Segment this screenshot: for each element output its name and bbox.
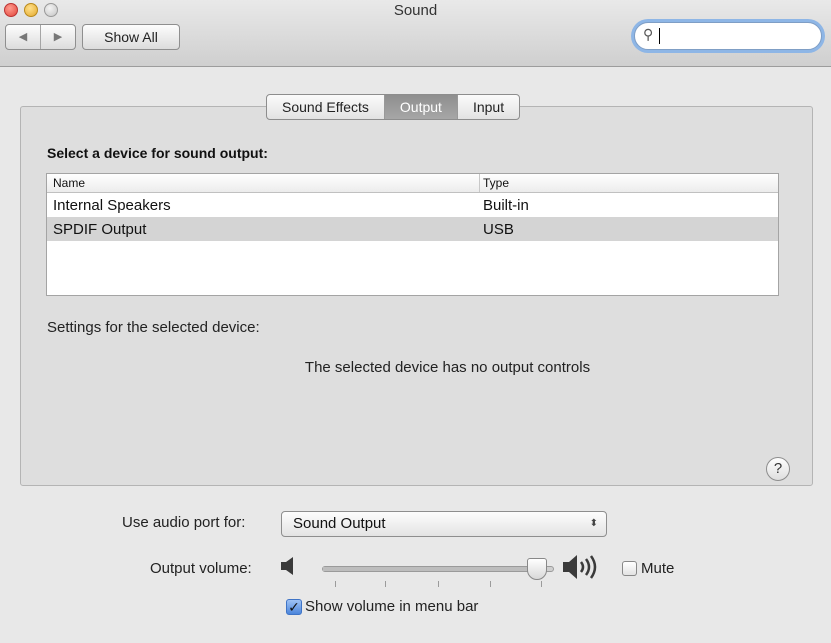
column-header-type[interactable]: Type bbox=[483, 176, 509, 190]
volume-tick bbox=[385, 581, 386, 587]
window-title: Sound bbox=[393, 2, 438, 19]
device-type: Built-in bbox=[483, 197, 529, 214]
show-volume-checkbox[interactable]: ✓ bbox=[286, 599, 302, 615]
volume-tick bbox=[438, 581, 439, 587]
mute-label[interactable]: Mute bbox=[641, 560, 674, 577]
help-button[interactable]: ? bbox=[766, 457, 790, 481]
tab-input[interactable]: Input bbox=[456, 95, 519, 119]
volume-slider-thumb[interactable] bbox=[526, 558, 547, 580]
column-divider bbox=[479, 174, 480, 192]
search-field[interactable]: ⚲ bbox=[634, 22, 822, 50]
table-row[interactable]: SPDIF Output USB bbox=[47, 217, 778, 241]
show-volume-label[interactable]: Show volume in menu bar bbox=[305, 598, 478, 615]
chevron-up-down-icon: ⬍ bbox=[589, 518, 598, 529]
audio-port-select[interactable]: Sound Output ⬍ bbox=[281, 511, 607, 537]
device-type: USB bbox=[483, 221, 514, 238]
show-all-button[interactable]: Show All bbox=[82, 24, 180, 50]
device-name: Internal Speakers bbox=[53, 197, 171, 214]
column-header-name[interactable]: Name bbox=[53, 176, 85, 190]
mute-checkbox[interactable] bbox=[622, 561, 637, 576]
search-icon: ⚲ bbox=[643, 26, 654, 42]
tab-bar: Sound Effects Output Input bbox=[266, 94, 521, 120]
audio-port-value: Sound Output bbox=[293, 515, 386, 532]
tab-sound-effects[interactable]: Sound Effects bbox=[267, 95, 384, 119]
speaker-low-icon bbox=[281, 556, 295, 582]
back-forward-control: ◀ ▶ bbox=[5, 24, 76, 50]
volume-slider[interactable] bbox=[322, 558, 554, 580]
audio-port-label: Use audio port for: bbox=[122, 514, 246, 531]
volume-tick bbox=[490, 581, 491, 587]
toolbar: Sound ◀ ▶ Show All ⚲ bbox=[0, 0, 831, 67]
volume-tick bbox=[335, 581, 336, 587]
no-controls-message: The selected device has no output contro… bbox=[304, 359, 591, 376]
output-device-table: Name Type Internal Speakers Built-in SPD… bbox=[46, 173, 779, 296]
volume-tick bbox=[541, 581, 542, 587]
search-input[interactable] bbox=[659, 26, 813, 46]
volume-fill bbox=[323, 567, 536, 571]
output-volume-label: Output volume: bbox=[150, 560, 252, 577]
back-arrow-icon[interactable]: ◀ bbox=[6, 25, 40, 49]
text-cursor bbox=[659, 28, 660, 44]
forward-arrow-icon[interactable]: ▶ bbox=[40, 25, 75, 49]
device-list-heading: Select a device for sound output: bbox=[47, 145, 268, 161]
table-header: Name Type bbox=[47, 174, 778, 193]
settings-label: Settings for the selected device: bbox=[47, 319, 260, 336]
tab-output[interactable]: Output bbox=[383, 95, 457, 119]
device-name: SPDIF Output bbox=[53, 221, 147, 238]
speaker-high-icon bbox=[563, 553, 601, 588]
table-row[interactable]: Internal Speakers Built-in bbox=[47, 193, 778, 217]
preferences-pane bbox=[20, 106, 813, 486]
